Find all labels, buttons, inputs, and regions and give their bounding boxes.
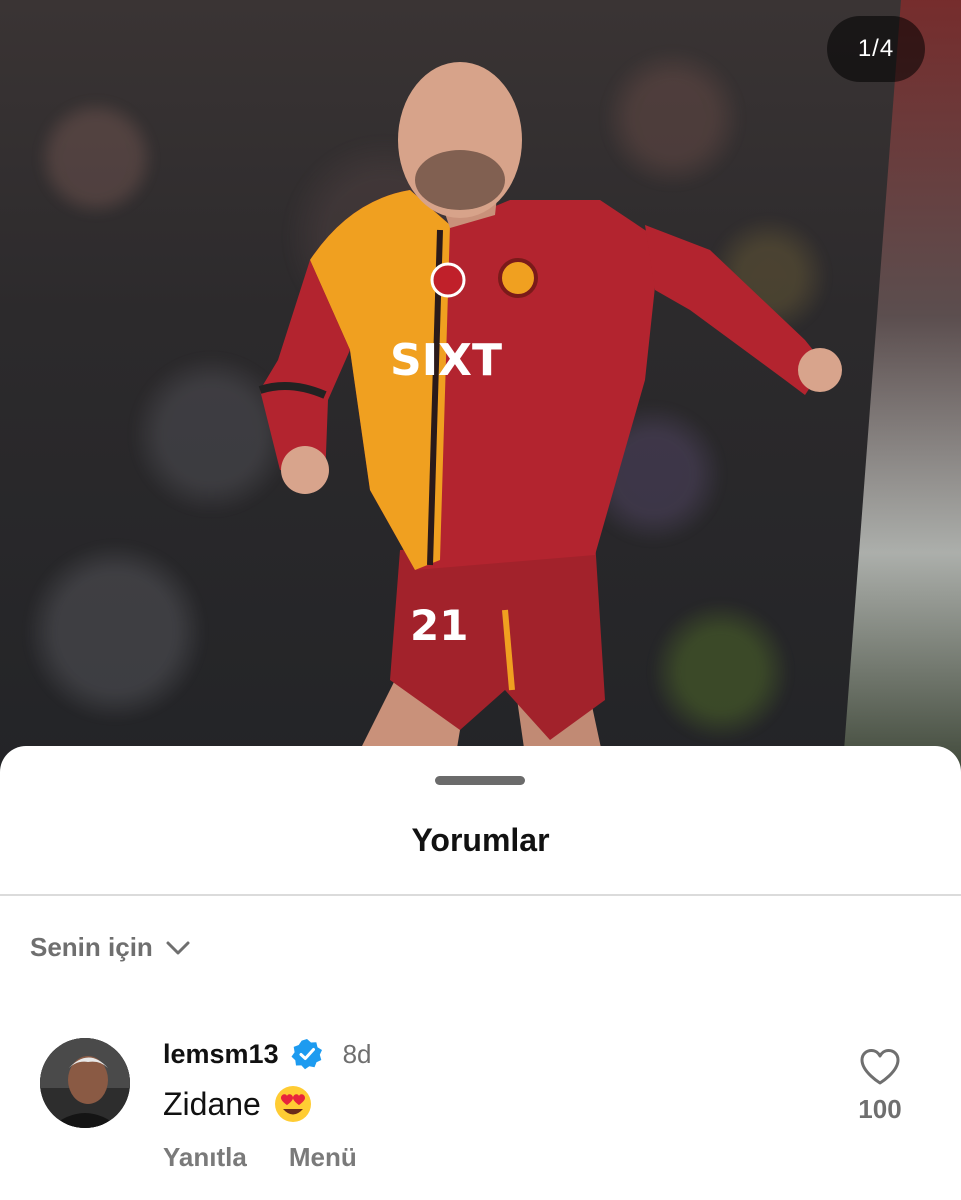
avatar[interactable] [40,1038,130,1128]
drag-handle[interactable] [435,776,525,785]
comment-text: Zidane [163,1085,261,1122]
comment-actions: Yanıtla Menü [163,1142,357,1173]
shirt-sponsor-text: SIXT [390,335,502,386]
sheet-title: Yorumlar [411,822,550,858]
divider [0,894,961,896]
comment-header: lemsm13 8d [163,1036,372,1072]
heart-outline-icon[interactable] [859,1048,901,1086]
reply-button[interactable]: Yanıtla [163,1142,247,1173]
comments-sheet: Yorumlar Senin için lemsm13 8d Zidane Ya… [0,746,961,1200]
filter-label: Senin için [30,932,153,962]
football-player-illustration: SIXT 21 [258,62,842,790]
comment-body: Zidane [163,1084,313,1124]
photo-pager: 1/4 [827,16,925,82]
like-count: 100 [858,1094,902,1124]
comment-time: 8d [342,1038,372,1069]
post-photo[interactable]: SIXT 21 1/4 [0,0,961,790]
comment-username[interactable]: lemsm13 [163,1039,279,1070]
heart-eyes-emoji-icon [273,1084,313,1124]
comment-item: lemsm13 8d Zidane Yanıtla Menü 100 [40,1036,930,1186]
shirt-number-text: 21 [410,601,468,650]
like-control: 100 [850,1048,910,1125]
screen: SIXT 21 1/4 Yorumlar Senin için lemsm13 … [0,0,961,1200]
comment-filter-dropdown[interactable]: Senin için [30,932,191,963]
menu-button[interactable]: Menü [289,1142,357,1173]
chevron-down-icon [165,939,191,957]
verified-badge-icon [291,1038,323,1070]
